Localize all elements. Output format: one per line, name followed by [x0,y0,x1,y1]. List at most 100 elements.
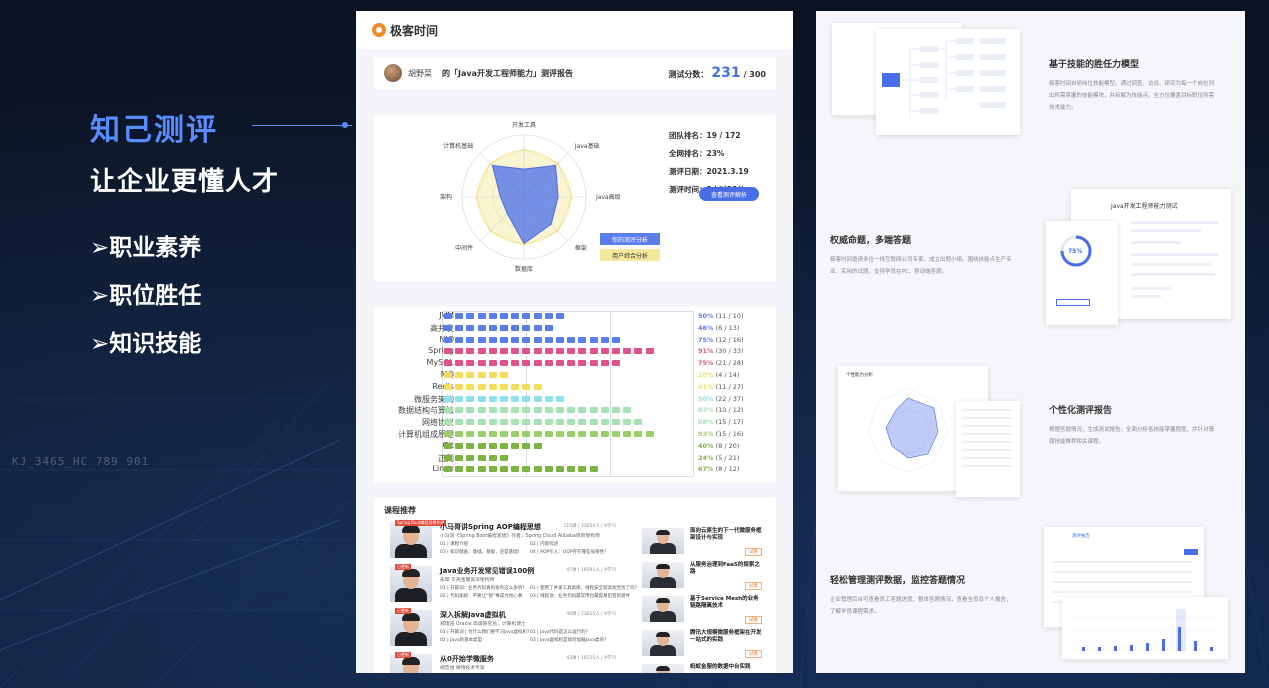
skill-bar-cell [477,360,486,367]
trial-button[interactable]: 试看 [745,650,762,658]
skill-bar-cell [623,431,632,437]
view-analysis-button[interactable]: 查看测评解析 [699,187,759,201]
report-title-card: 胡野菜 的「Java开发工程师能力」测评报告 测试分数： 231 / 300 [374,57,776,89]
skill-bar-cell [444,336,452,343]
skill-bar-cell [500,383,508,390]
instructor-photo [390,610,432,646]
skill-percent: 20% [698,371,714,379]
side-course-item[interactable]: 腾讯大规模微服务框架在开发一站式的实践试看 [642,630,762,660]
skill-bar-cell [466,383,475,390]
skill-bar-cell [533,313,542,319]
skill-bar-cell [466,466,475,473]
bullet-item: ➢知识技能 [90,331,202,357]
instructor-photo [390,522,432,558]
skill-count: (6 / 13) [713,323,740,332]
skill-bar-cell [578,348,587,355]
skill-bar-cell [544,348,553,355]
avatar [384,64,402,82]
skill-bar-cell [511,383,520,390]
skill-bar-cell [556,419,564,426]
skill-bar-cell [612,336,620,343]
course-desc: 胡忠想 微博技术专家 [440,666,485,671]
skill-bar-cell [444,466,452,473]
skill-bar-cell [600,360,609,367]
course-chapter: 01 | 课程介绍 [440,542,469,547]
skill-count: (8 / 20) [713,441,740,450]
skill-percent: 88% [698,418,714,427]
side-course-item[interactable]: 蚂蚁金服的数据中台实践试看 [642,664,762,673]
skill-label: MQ [374,370,454,379]
skill-label: 微服务架构 [414,394,454,404]
skill-label: Git [374,441,454,450]
feature-description: 极客时间自研岗位技能模型。通过调查、访谈、研究为每一个岗位列 [1049,81,1215,87]
course-chapter: 01 | 开篇词：业务代码真的会有这么多坑？ [440,586,527,591]
skill-bar-cell [511,407,520,414]
trial-button[interactable]: 试看 [745,582,762,590]
skill-label: Linux [374,464,454,473]
course-card: 课程推荐 Spring Boot编程思想作者 小马哥讲Spring AOP编程思想… [374,498,776,673]
skill-bar-cell [488,419,497,426]
skill-bar-cell [578,419,587,426]
skill-bar-cell [612,419,620,426]
skill-bar-cell [544,324,553,331]
skill-bar-cell [511,313,520,319]
speaker-photo [642,664,684,673]
skill-label: Spring [428,346,454,356]
skill-count: (30 / 33) [713,347,744,356]
skill-bar-cell [623,348,632,355]
trial-button[interactable]: 试看 [745,616,762,624]
skill-bar-cell [500,431,508,437]
feature-title: 权威命题，多端答题 [830,236,912,246]
team-rank: 团队排名：19 / 172 [669,131,741,140]
skill-bar-cell [511,431,520,437]
skill-bar-cell [477,383,486,390]
skill-bar-cell [533,419,542,426]
skill-bar-cell [466,360,475,367]
skill-bar-cell [466,313,475,319]
course-meta: 115讲 | 33054人 | ¥学习 [563,524,616,529]
skill-bar-cell [522,431,531,437]
side-course-item[interactable]: 基于Service Mesh的业务链路隔离技术 试看 [642,596,762,626]
skill-bar-cell [455,336,464,343]
admin-bar-chart [1070,609,1222,651]
feature-description: 业、实用的试题。支持学员在PC、移动端答题。 [830,269,948,275]
skill-bar-cell [477,466,486,473]
course-item[interactable]: 已更新 从0开始学微服务 43讲 | 16555人 | ¥学习 胡忠想 微博技术专家 [390,652,616,673]
skill-bar-cell [567,466,576,473]
skill-value: 40% (8 / 20) [698,442,739,450]
skill-bar-cell [544,431,553,437]
skill-bar-cell [623,407,632,414]
speaker-photo [642,528,684,554]
side-course-item[interactable]: 从服务治理到FaaS的探索之路 试看 [642,562,762,592]
skill-bar-cell [444,395,452,402]
course-item[interactable]: 已更新 Java业务开发常见错误100例 47讲 | 19591人 | ¥学习 朱晔 … [390,564,639,606]
skill-percent: 24% [698,453,714,462]
logo-text: 极客时间 [390,23,439,38]
skill-bar-cell [589,407,598,414]
skill-bar-cell [444,383,452,390]
skill-percent: 50% [698,394,714,403]
skill-label: Redis [374,382,454,391]
feature-title: 轻松管理测评数据，监控答题情况 [830,576,966,586]
course-item[interactable]: Spring Boot编程思想作者 小马哥讲Spring AOP编程思想 115讲 … [390,520,616,562]
skill-bar-cell [488,324,497,331]
hero-dot [342,122,348,128]
skill-tree-diagram [882,38,1006,119]
skill-bar-cell [444,348,452,355]
radar-axis-label: 框架 [575,244,587,252]
trial-button[interactable]: 试看 [745,548,762,556]
skill-bar-cell [488,442,497,449]
skill-bar-cell [567,336,576,343]
skill-bar-cell [455,348,464,355]
skill-bar-cell [634,419,643,426]
skill-bar-cell [600,431,609,437]
score-total: / 300 [743,70,766,79]
skill-bar-cell [645,431,654,437]
skill-label: 计算机组成原理 [398,430,454,439]
course-item[interactable]: 已更新 深入拆解Java虚拟机 40讲 | 23615人 | ¥学习 郑雨迪 Orac… [390,608,616,650]
side-course-title: 腾讯大规模微服务框架在开发一站式的实践 [690,630,762,643]
skill-percent: 75% [698,359,714,368]
skill-label: 数据结构与算法 [398,406,454,416]
skill-value: 46% (6 / 13) [698,324,739,332]
side-course-item[interactable]: 面向云原生的下一代微服务框架设计与实现 试看 [642,528,762,558]
